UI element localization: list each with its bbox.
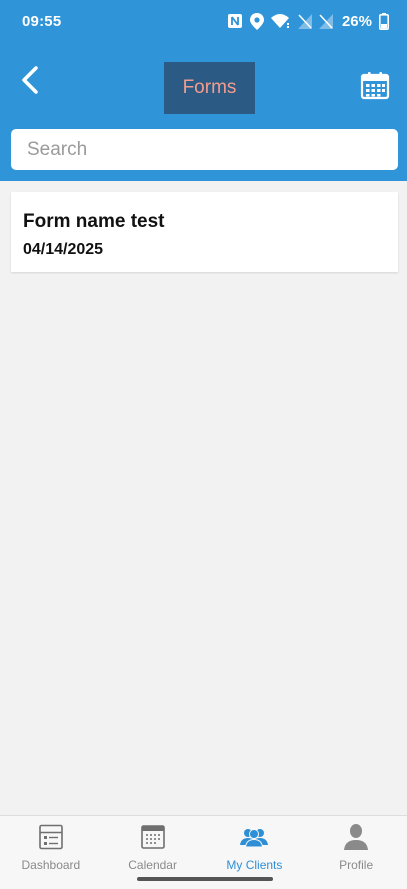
- nav-label-my-clients: My Clients: [226, 858, 283, 872]
- dashboard-icon: [37, 823, 65, 851]
- wifi-icon: [270, 13, 291, 29]
- nav-label-dashboard: Dashboard: [21, 858, 81, 872]
- clients-icon: [240, 823, 269, 851]
- location-icon: [249, 12, 264, 30]
- calendar-icon: [360, 72, 390, 104]
- nav-label-profile: Profile: [339, 858, 374, 872]
- battery-percent: 26%: [341, 12, 372, 30]
- chevron-left-icon: [20, 65, 40, 100]
- home-indicator: [137, 877, 273, 881]
- form-list-item[interactable]: Form name test 04/14/2025: [11, 192, 398, 272]
- back-button[interactable]: [16, 64, 44, 100]
- form-name: Form name test: [23, 211, 165, 232]
- calendar-button[interactable]: [360, 70, 390, 100]
- nfc-icon: [227, 13, 243, 29]
- nav-profile[interactable]: Profile: [305, 816, 407, 889]
- no-signal-icon: [297, 13, 312, 29]
- calendar-icon: [139, 823, 167, 851]
- page-title-box: Forms: [164, 62, 255, 114]
- page-title: Forms: [182, 77, 237, 98]
- no-signal-icon: [318, 13, 333, 29]
- form-date: 04/14/2025: [23, 241, 104, 258]
- search-input[interactable]: [11, 129, 398, 170]
- app-header: 09:55 26% Forms Search: [0, 0, 407, 181]
- nav-dashboard[interactable]: Dashboard: [0, 816, 102, 889]
- search-box: [11, 129, 398, 170]
- battery-icon: [379, 12, 389, 30]
- status-bar: 09:55 26%: [0, 0, 407, 44]
- profile-icon: [342, 823, 370, 851]
- status-icons: 26%: [227, 11, 389, 31]
- nav-label-calendar: Calendar: [128, 858, 177, 872]
- status-time: 09:55: [22, 13, 62, 30]
